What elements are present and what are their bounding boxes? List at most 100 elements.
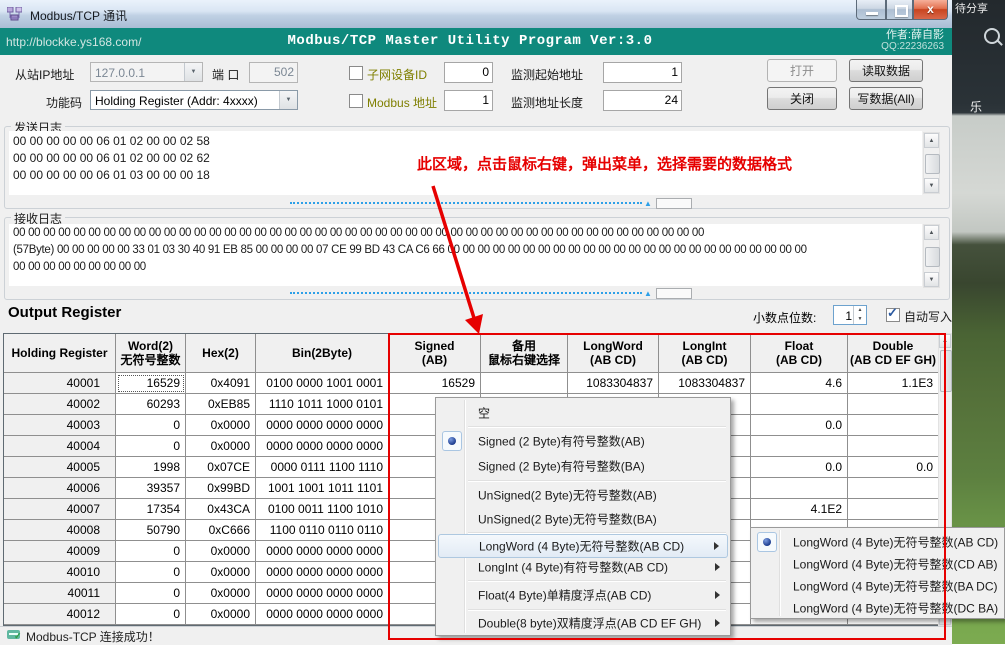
cell-hex[interactable]: 0x0000 (186, 415, 256, 436)
cell-reg[interactable]: 40008 (4, 520, 116, 541)
cell-float[interactable] (751, 478, 848, 499)
cell-reg[interactable]: 40007 (4, 499, 116, 520)
cell-bin[interactable]: 1100 0110 0110 0110 (256, 520, 389, 541)
cell-word[interactable]: 0 (116, 436, 186, 457)
cell-reg[interactable]: 40001 (4, 373, 116, 394)
submenu-item[interactable]: LongWord (4 Byte)无符号整数(DC BA) (753, 597, 1002, 619)
spin-down-icon[interactable]: ▼ (854, 315, 866, 324)
modbus-address-input[interactable]: 1 (444, 90, 493, 111)
open-button[interactable]: 打开 (767, 59, 837, 82)
cell-float[interactable]: 0.0 (751, 457, 848, 478)
close-connection-button[interactable]: 关闭 (767, 87, 837, 110)
minimize-button[interactable] (856, 0, 886, 20)
menu-item[interactable]: Signed (2 Byte)有符号整数(BA) (438, 454, 728, 478)
cell-word[interactable]: 50790 (116, 520, 186, 541)
cell-longint[interactable]: 1083304837 (659, 373, 751, 394)
submenu-item[interactable]: LongWord (4 Byte)无符号整数(BA DC) (753, 575, 1002, 597)
decimal-places-spinner[interactable]: 1 ▲ ▼ (833, 305, 867, 325)
cell-double[interactable]: 0.0 (848, 457, 939, 478)
cell-word[interactable]: 17354 (116, 499, 186, 520)
scroll-up-icon[interactable]: ▲ (924, 225, 939, 240)
cell-hex[interactable]: 0x99BD (186, 478, 256, 499)
cell-word[interactable]: 0 (116, 415, 186, 436)
recv-log-textarea[interactable]: 00 00 00 00 00 00 00 00 00 00 00 00 00 0… (9, 224, 922, 286)
spin-up-icon[interactable]: ▲ (854, 306, 866, 315)
cell-reg[interactable]: 40010 (4, 562, 116, 583)
read-data-button[interactable]: 读取数据 (849, 59, 923, 82)
cell-bin[interactable]: 0000 0000 0000 0000 (256, 436, 389, 457)
cell-word[interactable]: 0 (116, 562, 186, 583)
recv-log-scrollbar[interactable]: ▲ ▼ (923, 224, 940, 288)
cell-bin[interactable]: 0000 0000 0000 0000 (256, 541, 389, 562)
cell-double[interactable]: 1.1E3 (848, 373, 939, 394)
maximize-button[interactable] (886, 0, 913, 20)
port-input[interactable]: 502 (249, 62, 298, 83)
menu-item[interactable]: UnSigned(2 Byte)无符号整数(AB) (438, 483, 728, 506)
cell-bin[interactable]: 1001 1001 1011 1101 (256, 478, 389, 499)
cell-float[interactable] (751, 436, 848, 457)
menu-item[interactable]: Double(8 byte)双精度浮点(AB CD EF GH) (438, 611, 728, 635)
cell-hex[interactable]: 0x0000 (186, 541, 256, 562)
cell-word[interactable]: 0 (116, 541, 186, 562)
submenu-item[interactable]: LongWord (4 Byte)无符号整数(CD AB) (753, 553, 1002, 575)
scroll-thumb[interactable] (940, 350, 952, 392)
cell-word[interactable]: 60293 (116, 394, 186, 415)
write-data-button[interactable]: 写数据(All) (849, 87, 923, 110)
cell-reg[interactable]: 40002 (4, 394, 116, 415)
cell-word[interactable]: 16529 (116, 373, 186, 394)
submenu-item[interactable]: LongWord (4 Byte)无符号整数(AB CD) (753, 531, 1002, 553)
cell-reg[interactable]: 40004 (4, 436, 116, 457)
function-code-combobox[interactable]: Holding Register (Addr: 4xxxx) ▼ (90, 90, 298, 110)
send-log-hscroll[interactable] (290, 202, 642, 204)
menu-item[interactable]: Signed (2 Byte)有符号整数(AB) (438, 429, 728, 453)
modbus-address-checkbox[interactable] (349, 94, 363, 108)
monitor-length-input[interactable]: 24 (603, 90, 682, 111)
subnet-id-input[interactable]: 0 (444, 62, 493, 83)
title-bar[interactable]: Modbus/TCP 通讯 x (0, 0, 952, 29)
cell-bin[interactable]: 1110 1011 1000 0101 (256, 394, 389, 415)
cell-bin[interactable]: 0100 0011 1100 1010 (256, 499, 389, 520)
cell-float[interactable]: 4.1E2 (751, 499, 848, 520)
cell-hex[interactable]: 0xC666 (186, 520, 256, 541)
scroll-down-icon[interactable]: ▼ (924, 272, 939, 287)
menu-item[interactable]: UnSigned(2 Byte)无符号整数(BA) (438, 507, 728, 530)
cell-bin[interactable]: 0000 0000 0000 0000 (256, 562, 389, 583)
hscroll-thumb-icon[interactable]: ▲ (644, 289, 652, 298)
cell-hex[interactable]: 0x0000 (186, 583, 256, 604)
subnet-id-checkbox[interactable] (349, 66, 363, 80)
cell-double[interactable] (848, 415, 939, 436)
autowrite-checkbox[interactable]: ✓ (886, 308, 900, 322)
cell-reg[interactable]: 40003 (4, 415, 116, 436)
cell-bin[interactable]: 0100 0000 1001 0001 (256, 373, 389, 394)
menu-item[interactable]: LongWord (4 Byte)无符号整数(AB CD) (438, 534, 728, 558)
menu-item[interactable]: LongInt (4 Byte)有符号整数(AB CD) (438, 556, 728, 578)
cell-signed[interactable]: 16529 (389, 373, 481, 394)
close-button[interactable]: x (913, 0, 948, 20)
cell-backup[interactable] (481, 373, 568, 394)
cell-reg[interactable]: 40011 (4, 583, 116, 604)
cell-float[interactable]: 4.6 (751, 373, 848, 394)
cell-hex[interactable]: 0x0000 (186, 436, 256, 457)
cell-hex[interactable]: 0x0000 (186, 562, 256, 583)
cell-double[interactable] (848, 478, 939, 499)
cell-reg[interactable]: 40005 (4, 457, 116, 478)
cell-reg[interactable]: 40009 (4, 541, 116, 562)
cell-bin[interactable]: 0000 0000 0000 0000 (256, 415, 389, 436)
cell-reg[interactable]: 40012 (4, 604, 116, 625)
cell-bin[interactable]: 0000 0000 0000 0000 (256, 604, 389, 625)
cell-reg[interactable]: 40006 (4, 478, 116, 499)
cell-word[interactable]: 1998 (116, 457, 186, 478)
cell-word[interactable]: 0 (116, 583, 186, 604)
scroll-up-icon[interactable]: ▲ (939, 334, 951, 348)
hscroll-track[interactable] (656, 198, 692, 209)
cell-float[interactable]: 0.0 (751, 415, 848, 436)
menu-item[interactable]: Float(4 Byte)单精度浮点(AB CD) (438, 583, 728, 607)
scroll-thumb[interactable] (925, 247, 940, 267)
cell-float[interactable] (751, 394, 848, 415)
scroll-thumb[interactable] (925, 154, 940, 174)
scroll-down-icon[interactable]: ▼ (924, 178, 939, 193)
scroll-up-icon[interactable]: ▲ (924, 133, 939, 148)
cell-hex[interactable]: 0x43CA (186, 499, 256, 520)
recv-log-hscroll[interactable] (290, 292, 642, 294)
cell-word[interactable]: 0 (116, 604, 186, 625)
